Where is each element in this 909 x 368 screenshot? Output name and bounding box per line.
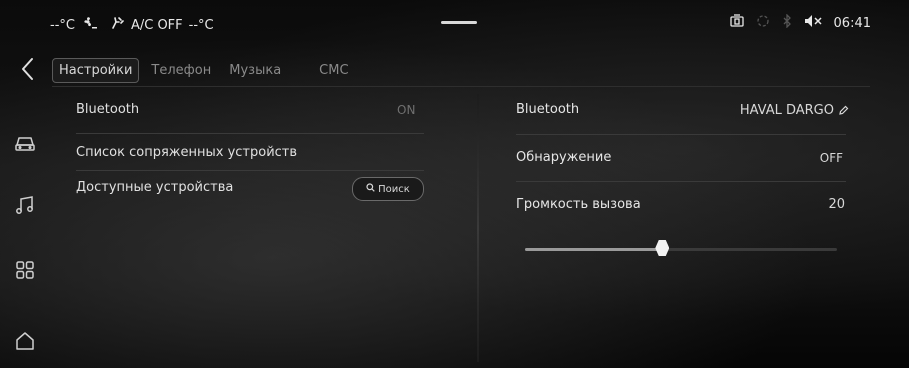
- fan-icon: [81, 16, 97, 34]
- climate-status[interactable]: --°C A/C OFF --°C: [50, 16, 214, 34]
- call-volume-slider[interactable]: [525, 240, 837, 256]
- bluetooth-label: Bluetooth: [76, 102, 140, 117]
- panel-divider: [477, 94, 479, 362]
- row-separator: [516, 134, 846, 135]
- temp-left: --°C: [50, 17, 75, 33]
- row-separator: [76, 133, 424, 134]
- system-status: 06:41: [729, 13, 871, 32]
- tab-settings[interactable]: Настройки: [52, 57, 140, 83]
- back-button[interactable]: [17, 55, 39, 83]
- phone-projection-icon: [729, 14, 744, 32]
- clock: 06:41: [833, 15, 871, 31]
- available-devices-label: Доступные устройства: [76, 180, 234, 195]
- music-icon[interactable]: [6, 190, 44, 220]
- tab-divider: [52, 86, 870, 87]
- device-name: HAVAL DARGO: [739, 103, 834, 118]
- bluetooth-icon: [782, 13, 792, 32]
- edit-icon: [838, 101, 849, 120]
- status-bar: --°C A/C OFF --°C 06:41: [0, 0, 909, 44]
- tab-sms[interactable]: СМС: [313, 59, 354, 82]
- call-volume-label: Громкость вызова: [516, 197, 641, 212]
- slider-fill: [525, 248, 663, 251]
- apps-icon[interactable]: [6, 255, 44, 285]
- bluetooth-toggle[interactable]: ON: [397, 103, 415, 117]
- call-volume-value: 20: [828, 197, 845, 212]
- ac-status: A/C OFF: [130, 17, 183, 33]
- tab-music[interactable]: Музыка: [223, 59, 287, 82]
- home-icon[interactable]: [6, 326, 44, 356]
- discovery-toggle[interactable]: OFF: [820, 151, 843, 165]
- row-separator: [516, 181, 846, 182]
- search-icon: [366, 183, 375, 195]
- discovery-label: Обнаружение: [516, 150, 612, 165]
- bluetooth-name-label: Bluetooth: [516, 102, 580, 117]
- paired-devices-item[interactable]: Список сопряженных устройств: [76, 145, 297, 160]
- mute-icon: [804, 14, 822, 32]
- seat-heat-icon: [109, 16, 125, 34]
- tab-bar: Настройки Телефон Музыка СМС: [52, 55, 361, 85]
- row-separator: [76, 170, 424, 171]
- search-button[interactable]: Поиск: [352, 177, 424, 201]
- drag-handle[interactable]: [441, 21, 477, 24]
- tab-phone[interactable]: Телефон: [145, 59, 217, 82]
- slider-knob[interactable]: [655, 240, 670, 256]
- search-label: Поиск: [378, 183, 410, 195]
- temp-right: --°C: [188, 17, 214, 33]
- head-unit-screen: --°C A/C OFF --°C 06:41 Настройки Телефо…: [0, 0, 909, 368]
- device-name-edit[interactable]: HAVAL DARGO: [740, 101, 849, 120]
- car-icon[interactable]: [6, 128, 44, 158]
- sync-icon: [756, 14, 770, 32]
